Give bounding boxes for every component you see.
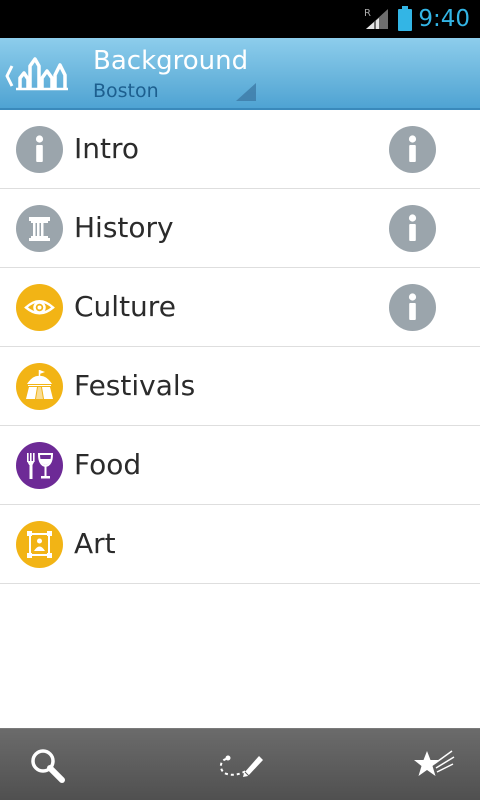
up-navigation-button[interactable] [2, 52, 74, 100]
favorites-star-icon [414, 750, 455, 776]
list-item-label: Festivals [74, 369, 196, 402]
list-item-culture[interactable]: Culture [0, 268, 480, 347]
route-edit-button[interactable] [192, 729, 288, 800]
list-item-label: Art [74, 527, 116, 560]
list-item-label: Intro [74, 132, 140, 165]
info-button[interactable] [389, 205, 436, 252]
tent-icon [16, 363, 63, 410]
app-logo-icon [5, 57, 68, 91]
location-spinner[interactable]: Boston [93, 79, 159, 103]
info-button[interactable] [389, 126, 436, 173]
spinner-corner-icon [236, 83, 256, 101]
status-bar: R 9:40 [0, 0, 480, 38]
list-item-label: Food [74, 448, 142, 481]
frame-icon [16, 521, 63, 568]
list-item-food[interactable]: Food [0, 426, 480, 505]
info-icon [408, 135, 417, 162]
list-item-history[interactable]: History [0, 189, 480, 268]
info-icon [408, 214, 417, 241]
signal-icon: R [364, 8, 388, 29]
route-edit-icon [219, 755, 263, 777]
column-icon [16, 205, 63, 252]
list-item-label: Culture [74, 290, 176, 323]
list-item-festivals[interactable]: Festivals [0, 347, 480, 426]
list-item-intro[interactable]: Intro [0, 110, 480, 189]
list-item-label: History [74, 211, 174, 244]
eye-icon [16, 284, 63, 331]
info-button[interactable] [389, 284, 436, 331]
info-icon [16, 126, 63, 173]
topic-list: Intro History Culture Festivals Food Art [0, 110, 480, 584]
battery-icon [398, 6, 412, 31]
search-button[interactable] [0, 729, 96, 800]
clock: 9:40 [418, 6, 470, 32]
search-icon [31, 749, 65, 783]
screen: R 9:40 Background Boston Intro History C… [0, 0, 480, 800]
roaming-indicator: R [364, 8, 371, 19]
fork-wine-icon [16, 442, 63, 489]
bottom-toolbar [0, 728, 480, 800]
info-icon [408, 293, 417, 320]
list-item-art[interactable]: Art [0, 505, 480, 584]
page-title: Background [93, 46, 249, 76]
favorites-button[interactable] [384, 729, 480, 800]
action-bar: Background Boston [0, 38, 480, 110]
